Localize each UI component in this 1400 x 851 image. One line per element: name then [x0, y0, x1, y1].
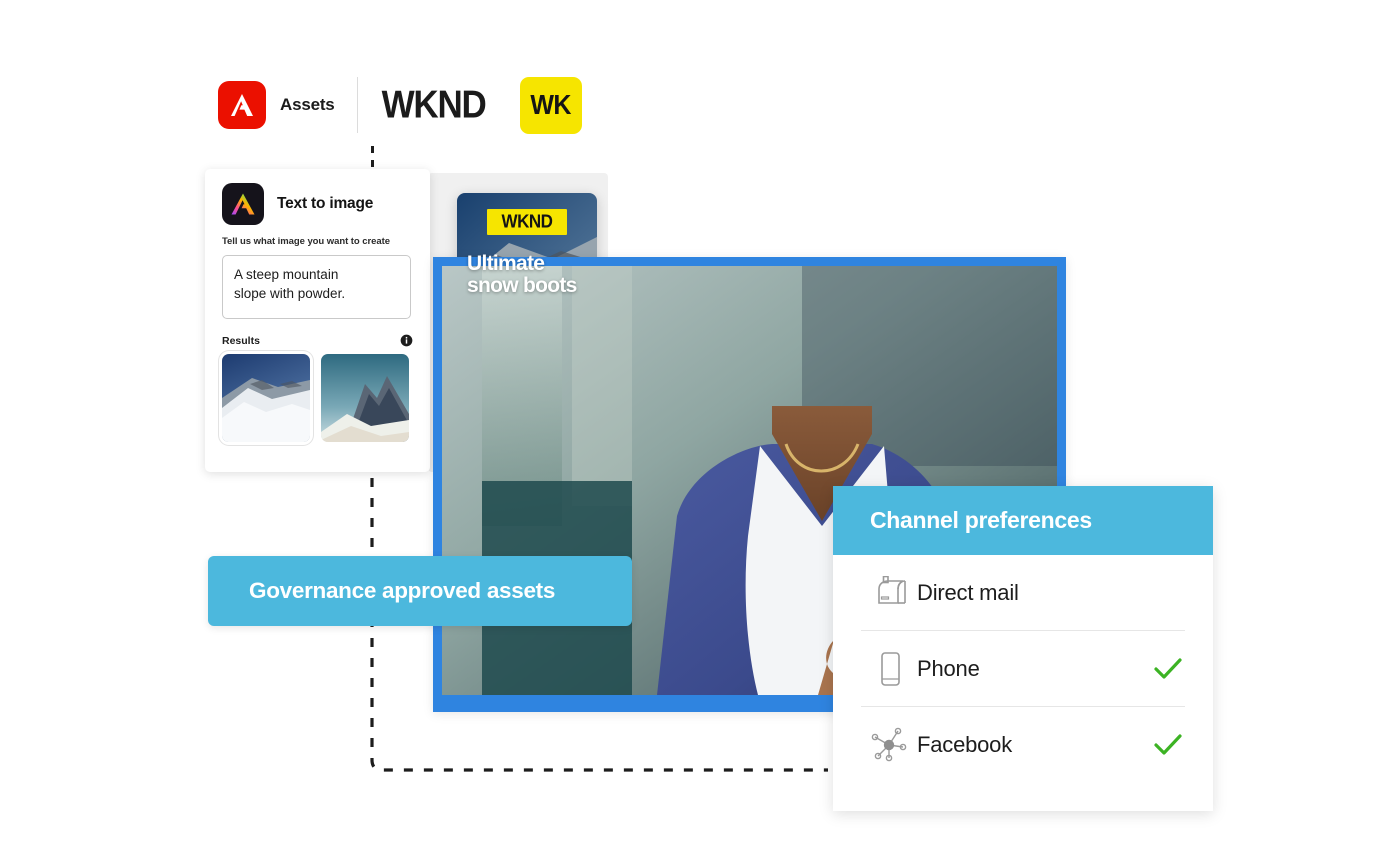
text-to-image-subtitle: Tell us what image you want to create — [222, 236, 390, 247]
channel-label: Direct mail — [917, 579, 1019, 605]
text-to-image-header: Text to image — [205, 169, 430, 225]
brand-row: Assets WKND WK — [218, 76, 582, 134]
prompt-input[interactable]: A steep mountain slope with powder. — [222, 255, 411, 319]
check-icon — [1151, 733, 1185, 757]
channel-preferences-header: Channel preferences — [833, 486, 1213, 555]
results-thumbnails — [222, 354, 430, 442]
social-network-icon — [861, 725, 917, 765]
check-icon — [1151, 657, 1185, 681]
channel-row-facebook[interactable]: Facebook — [861, 707, 1185, 782]
wknd-card-badge-label: WKND — [501, 211, 553, 232]
snowy-ridge-thumbnail[interactable] — [222, 354, 310, 442]
wknd-card-badge: WKND — [487, 209, 567, 235]
wk-badge-label: WK — [530, 89, 571, 120]
assets-label: Assets — [280, 95, 335, 114]
brand-divider — [356, 77, 358, 133]
connector-dash-top — [371, 146, 374, 168]
channel-label: Phone — [917, 655, 980, 681]
text-to-image-panel: Text to image Tell us what image you wan… — [205, 169, 430, 472]
wk-badge: WK — [519, 76, 582, 134]
mailbox-icon — [861, 575, 917, 610]
channel-row-phone[interactable]: Phone — [861, 631, 1185, 707]
results-header: Results — [222, 334, 413, 347]
governance-banner: Governance approved assets — [208, 556, 632, 626]
adobe-firefly-icon — [222, 183, 264, 225]
info-icon[interactable] — [400, 334, 413, 347]
illustration-canvas: Assets WKND WK Text to image Tell us wha… — [0, 0, 1400, 851]
mobile-phone-icon — [861, 650, 917, 688]
channel-label: Facebook — [917, 731, 1013, 757]
product-card-headline: Ultimate snow boots — [467, 252, 577, 297]
wknd-wordmark: WKND — [381, 82, 487, 127]
channel-row-direct-mail[interactable]: Direct mail — [861, 555, 1185, 631]
channel-preferences-title: Channel preferences — [870, 507, 1092, 533]
results-label: Results — [222, 334, 260, 347]
governance-banner-label: Governance approved assets — [249, 578, 556, 603]
text-to-image-title: Text to image — [277, 195, 374, 212]
mountain-peak-thumbnail[interactable] — [321, 354, 409, 442]
channel-preferences-panel: Channel preferences Direct mail Phone Fa… — [833, 486, 1213, 811]
adobe-assets-icon — [218, 81, 266, 129]
channel-list: Direct mail Phone Facebook — [833, 555, 1213, 782]
